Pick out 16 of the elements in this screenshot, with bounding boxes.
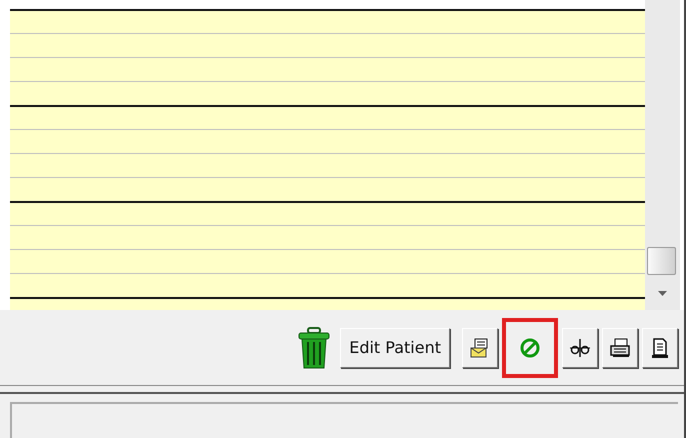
lined-notes-area[interactable] [10, 9, 645, 310]
split-button[interactable] [562, 328, 598, 368]
printer-icon [609, 336, 631, 358]
cancel-button[interactable] [502, 318, 558, 378]
scroll-thumb[interactable] [647, 247, 676, 275]
printer-button[interactable] [602, 328, 638, 368]
scroll-down-icon[interactable] [658, 291, 667, 296]
envelope-button[interactable] [462, 328, 498, 368]
envelope-icon [470, 338, 490, 358]
edit-patient-button[interactable]: Edit Patient [340, 328, 450, 368]
no-sign-icon [519, 336, 541, 358]
split-icon [569, 336, 591, 358]
trash-icon[interactable] [298, 326, 330, 368]
scrollbar[interactable] [645, 0, 680, 310]
document-button[interactable] [642, 328, 678, 368]
document-icon [650, 336, 670, 358]
